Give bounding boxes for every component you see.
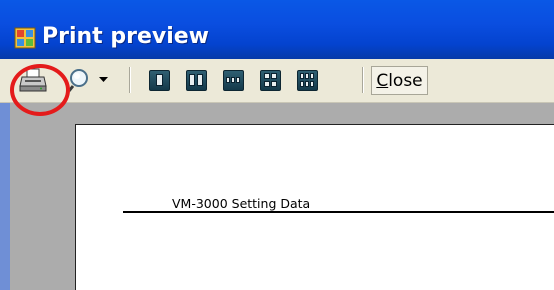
page-thumb: [270, 81, 277, 87]
three-pages-icon: [222, 69, 244, 91]
page-thumb: [305, 73, 309, 79]
print-preview-window: Print preview C lose VM-3000 Setting Dat…: [0, 0, 554, 290]
zoom-button[interactable]: [66, 65, 94, 95]
page-thumb: [300, 81, 304, 87]
two-pages-button[interactable]: [183, 65, 209, 95]
app-icon: [14, 27, 36, 49]
page-thumb: [236, 77, 240, 83]
page-thumb: [226, 77, 230, 83]
chevron-down-icon: [98, 77, 108, 82]
close-accelerator: C: [376, 70, 389, 91]
six-pages-button[interactable]: [294, 65, 320, 95]
heading-rule: [123, 211, 554, 213]
four-pages-button[interactable]: [257, 65, 283, 95]
page-thumb: [263, 81, 270, 87]
page-thumb: [155, 74, 163, 86]
toolbar: Close: [0, 59, 554, 103]
annotation-circle: [10, 64, 70, 116]
one-page-icon: [148, 69, 170, 91]
preview-page[interactable]: [75, 124, 554, 290]
page-thumb: [310, 73, 314, 79]
close-button[interactable]: Close: [371, 66, 428, 95]
page-thumb: [231, 77, 235, 83]
page-thumb: [270, 73, 277, 79]
page-thumb: [197, 74, 203, 86]
close-label: lose: [388, 70, 423, 91]
three-pages-button[interactable]: [220, 65, 246, 95]
toolbar-separator: [129, 67, 131, 93]
window-left-border: [0, 103, 10, 290]
page-thumb: [263, 73, 270, 79]
page-thumb: [189, 74, 195, 86]
page-thumb: [305, 81, 309, 87]
window-title: Print preview: [42, 24, 209, 49]
toolbar-separator: [362, 67, 364, 93]
page-thumb: [310, 81, 314, 87]
title-bar[interactable]: Print preview: [0, 0, 554, 59]
six-pages-icon: [296, 69, 318, 91]
two-pages-icon: [185, 69, 207, 91]
four-pages-icon: [259, 69, 281, 91]
one-page-button[interactable]: [146, 65, 172, 95]
magnifier-icon: [68, 69, 88, 92]
zoom-dropdown[interactable]: [96, 65, 110, 95]
document-heading: VM-3000 Setting Data: [172, 196, 311, 211]
page-thumb: [300, 73, 304, 79]
